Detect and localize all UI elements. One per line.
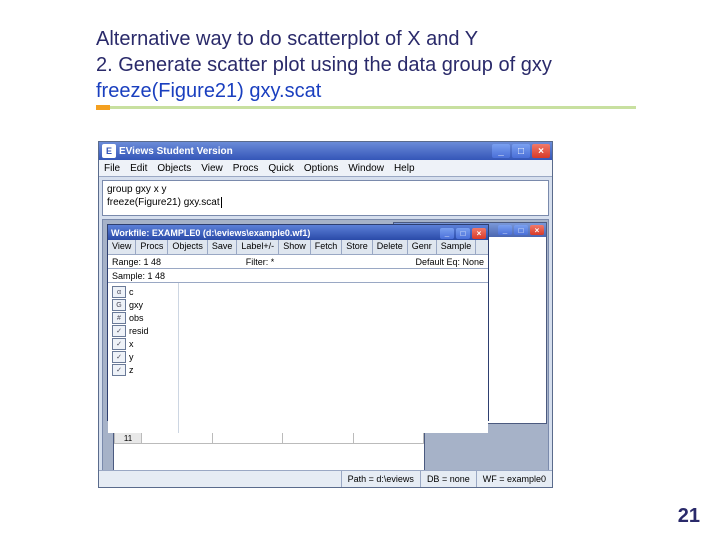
wf-tool-label[interactable]: Label+/- xyxy=(237,240,279,254)
cell[interactable] xyxy=(212,433,283,444)
heading-line2: 2. Generate scatter plot using the data … xyxy=(96,54,552,76)
workfile-min[interactable]: _ xyxy=(440,228,454,239)
command-line-2: freeze(Figure21) gxy.scat xyxy=(107,196,544,209)
maximize-button[interactable]: □ xyxy=(512,144,530,158)
cell[interactable] xyxy=(283,433,354,444)
menu-file[interactable]: File xyxy=(104,163,120,174)
wf-tool-genr[interactable]: Genr xyxy=(408,240,437,254)
workfile-toolbar: View Procs Objects Save Label+/- Show Fe… xyxy=(108,240,488,255)
command-line-1: group gxy x y xyxy=(107,183,544,196)
workfile-body: αc Ggxy #obs ✓resid ✓x ✓y ✓z xyxy=(108,283,488,433)
hidden1-min[interactable]: _ xyxy=(498,225,512,235)
menu-help[interactable]: Help xyxy=(394,163,415,174)
cell[interactable] xyxy=(353,433,424,444)
status-path: Path = d:\eviews xyxy=(341,471,420,487)
minimize-button[interactable]: _ xyxy=(492,144,510,158)
hidden1-close[interactable]: × xyxy=(530,225,544,235)
wf-tool-view[interactable]: View xyxy=(108,240,136,254)
wf-tool-store[interactable]: Store xyxy=(342,240,373,254)
obj-label: obs xyxy=(129,313,144,323)
command-box[interactable]: group gxy x y freeze(Figure21) gxy.scat xyxy=(102,180,549,216)
series-icon: ✓ xyxy=(112,351,126,363)
group-icon: G xyxy=(112,299,126,311)
series-icon: ✓ xyxy=(112,364,126,376)
wf-tool-show[interactable]: Show xyxy=(279,240,311,254)
obj-label: c xyxy=(129,287,134,297)
hidden1-max[interactable]: □ xyxy=(514,225,528,235)
series-icon: ✓ xyxy=(112,325,126,337)
menu-procs[interactable]: Procs xyxy=(233,163,259,174)
status-bar: Path = d:\eviews DB = none WF = example0 xyxy=(99,470,552,487)
workfile-window[interactable]: Workfile: EXAMPLE0 (d:\eviews\example0.w… xyxy=(107,224,489,421)
table-row: 11 xyxy=(115,433,424,444)
slide-heading: Alternative way to do scatterplot of X a… xyxy=(96,26,656,104)
workfile-title: Workfile: EXAMPLE0 (d:\eviews\example0.w… xyxy=(111,228,310,238)
series-icon: ✓ xyxy=(112,338,126,350)
menubar: File Edit Objects View Procs Quick Optio… xyxy=(99,160,552,177)
menu-objects[interactable]: Objects xyxy=(157,163,191,174)
wf-tool-procs[interactable]: Procs xyxy=(136,240,168,254)
list-item[interactable]: Ggxy xyxy=(110,299,176,311)
workfile-close[interactable]: × xyxy=(472,228,486,239)
menu-options[interactable]: Options xyxy=(304,163,338,174)
wf-range: Range: 1 48 xyxy=(108,257,196,267)
wf-filter: Filter: * xyxy=(196,257,324,267)
menu-window[interactable]: Window xyxy=(348,163,384,174)
close-button[interactable]: × xyxy=(532,144,550,158)
heading-underline xyxy=(96,106,636,109)
wf-tool-objects[interactable]: Objects xyxy=(168,240,208,254)
list-item[interactable]: αc xyxy=(110,286,176,298)
title-text: EViews Student Version xyxy=(119,146,233,157)
series-icon: # xyxy=(112,312,126,324)
status-wf: WF = example0 xyxy=(476,471,552,487)
heading-line1: Alternative way to do scatterplot of X a… xyxy=(96,28,478,50)
cell[interactable] xyxy=(142,433,213,444)
list-item[interactable]: ✓resid xyxy=(110,325,176,337)
wf-tool-delete[interactable]: Delete xyxy=(373,240,408,254)
status-db: DB = none xyxy=(420,471,476,487)
list-item[interactable]: #obs xyxy=(110,312,176,324)
heading-command: freeze(Figure21) gxy.scat xyxy=(96,80,321,102)
titlebar[interactable]: E EViews Student Version _ □ × xyxy=(99,142,552,160)
workfile-info: Range: 1 48 Filter: * Default Eq: None xyxy=(108,255,488,269)
eviews-icon: E xyxy=(102,144,116,158)
wf-defeq: Default Eq: None xyxy=(324,257,488,267)
wf-sample: Sample: 1 48 xyxy=(108,271,169,281)
page-number: 21 xyxy=(678,505,700,528)
coef-icon: α xyxy=(112,286,126,298)
obj-label: y xyxy=(129,352,134,362)
obj-label: x xyxy=(129,339,134,349)
menu-quick[interactable]: Quick xyxy=(268,163,294,174)
mdi-client: _ □ × anspecFitl 10 10.00300 0.005147 1 xyxy=(102,219,549,485)
menu-view[interactable]: View xyxy=(201,163,223,174)
row-num: 11 xyxy=(115,433,142,444)
workfile-max[interactable]: □ xyxy=(456,228,470,239)
obj-label: gxy xyxy=(129,300,143,310)
obj-label: resid xyxy=(129,326,149,336)
list-item[interactable]: ✓z xyxy=(110,364,176,376)
wf-tool-sample[interactable]: Sample xyxy=(437,240,477,254)
menu-edit[interactable]: Edit xyxy=(130,163,147,174)
list-item[interactable]: ✓x xyxy=(110,338,176,350)
wf-tool-save[interactable]: Save xyxy=(208,240,238,254)
list-item[interactable]: ✓y xyxy=(110,351,176,363)
wf-tool-fetch[interactable]: Fetch xyxy=(311,240,343,254)
object-list[interactable]: αc Ggxy #obs ✓resid ✓x ✓y ✓z xyxy=(108,283,179,433)
obj-label: z xyxy=(129,365,134,375)
eviews-window: E EViews Student Version _ □ × File Edit… xyxy=(98,141,553,488)
